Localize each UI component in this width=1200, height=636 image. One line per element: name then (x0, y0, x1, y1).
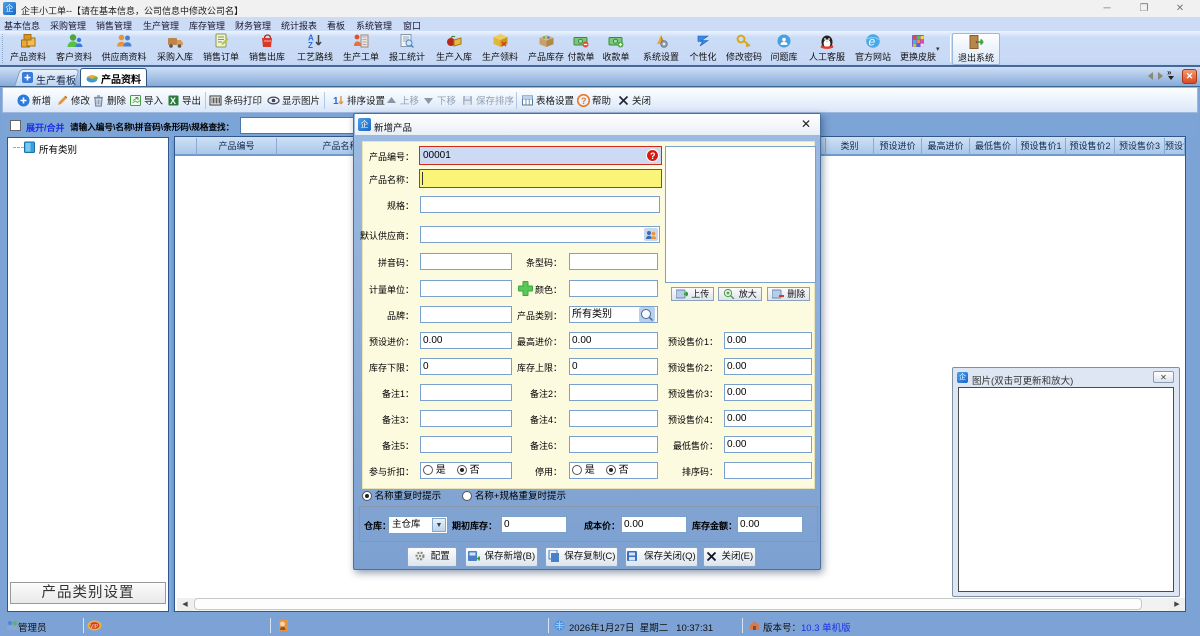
svg-text:X: X (170, 96, 176, 106)
svg-text:e: e (868, 35, 875, 49)
svg-text:VIP: VIP (90, 624, 99, 630)
svg-text:?: ? (650, 151, 656, 161)
svg-text:1: 1 (333, 96, 339, 107)
svg-text:?: ? (581, 96, 587, 106)
svg-text:Z: Z (308, 41, 313, 49)
